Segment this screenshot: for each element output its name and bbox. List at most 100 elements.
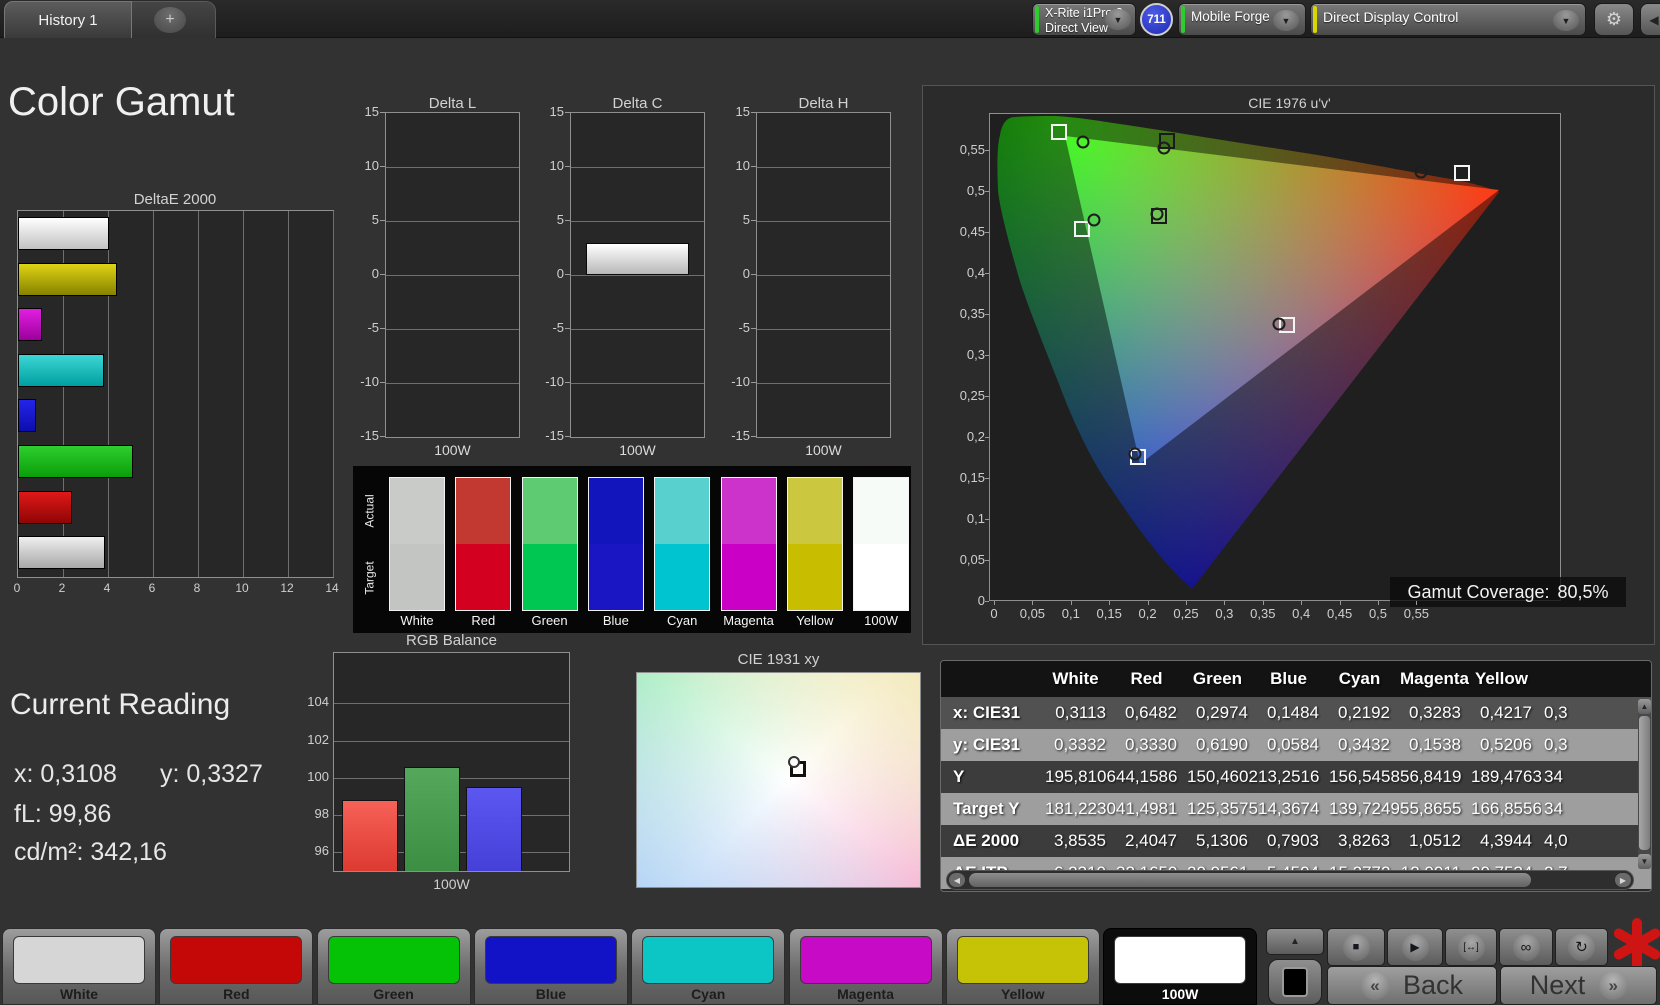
y-tick-label: -10 <box>545 374 564 389</box>
pattern-button-100w[interactable]: 100W <box>1103 928 1258 1005</box>
tab-history[interactable]: History 1 <box>4 1 132 38</box>
table-cell: 0,3330 <box>1125 735 1177 754</box>
pattern-button-blue[interactable]: Blue <box>473 928 628 1005</box>
pattern-window-button[interactable] <box>1268 959 1322 1005</box>
table-cell: 13,2516 <box>1258 767 1320 786</box>
gridline <box>153 211 154 577</box>
back-button[interactable]: « Back <box>1327 966 1497 1005</box>
actual-swatch <box>456 478 511 544</box>
y-tick-label: 5 <box>556 212 564 227</box>
table-cell: 4,3944 <box>1480 831 1532 850</box>
table-cell: 3,8263 <box>1338 831 1390 850</box>
gridline <box>334 703 569 705</box>
loop-button[interactable]: ∞ <box>1499 928 1553 966</box>
pattern-label: 100W <box>1161 986 1199 1002</box>
plus-icon[interactable]: + <box>154 7 186 33</box>
scrollbar-thumb[interactable] <box>969 873 1531 887</box>
target-swatch <box>456 544 511 610</box>
gridline <box>571 383 704 384</box>
pattern-swatch <box>1114 936 1247 984</box>
gridline <box>386 221 519 222</box>
cie1931-title: CIE 1931 xy <box>737 651 820 668</box>
meter-count-badge: 711 <box>1140 3 1173 36</box>
pattern-button-yellow[interactable]: Yellow <box>945 928 1100 1005</box>
y-tick-label: 0,25 <box>959 388 985 403</box>
pattern-swatch <box>327 936 460 984</box>
stop-icon: ■ <box>1342 933 1370 961</box>
add-tab-button[interactable]: + <box>132 1 216 38</box>
table-cell: 125,3575 <box>1187 799 1258 818</box>
chevron-down-icon[interactable]: ▼ <box>1105 9 1131 30</box>
bar-yellow <box>18 262 117 296</box>
deltae2000-chart <box>17 210 334 578</box>
pattern-button-white[interactable]: White <box>2 928 156 1005</box>
gridline <box>333 211 334 577</box>
y-tick-label: 100 <box>307 768 329 784</box>
target-swatch <box>721 544 776 610</box>
swatch-label: Green <box>531 613 568 628</box>
bar-white <box>18 536 105 570</box>
table-cell: 0,2192 <box>1338 703 1390 722</box>
collapse-panel-button[interactable]: ◀ <box>1640 3 1660 36</box>
y-tick-label: 0,3 <box>966 347 985 362</box>
error-asterisk-icon <box>1614 918 1660 970</box>
x-tick-label: 12 <box>280 581 294 595</box>
chevron-down-icon[interactable]: ▼ <box>1553 10 1579 31</box>
scroll-left-icon[interactable]: ◀ <box>949 873 965 887</box>
x-tick-label: 6 <box>148 581 156 595</box>
pattern-button-cyan[interactable]: Cyan <box>631 928 786 1005</box>
pattern-panel-expand-button[interactable]: ▲ <box>1266 928 1324 955</box>
y-tick-label: 5 <box>742 212 750 227</box>
tick-mark <box>1070 601 1072 605</box>
scroll-right-icon[interactable]: ▶ <box>1615 873 1631 887</box>
bar-100w <box>586 242 689 275</box>
tick-mark <box>565 274 570 275</box>
y-tick-label: 15 <box>735 104 750 119</box>
chevron-down-icon[interactable]: ▼ <box>1273 10 1299 31</box>
refresh-button[interactable]: ↻ <box>1555 928 1608 966</box>
next-button[interactable]: Next » <box>1500 966 1657 1005</box>
pattern-window-icon <box>1282 967 1308 997</box>
y-tick-label: 0,2 <box>966 429 985 444</box>
pattern-size-button[interactable]: [↔] <box>1445 928 1497 966</box>
pattern-button-red[interactable]: Red <box>159 928 314 1005</box>
tick-mark <box>985 437 989 438</box>
gridline <box>757 275 890 276</box>
x-tick-label: 0,2 <box>1138 606 1157 621</box>
pattern-button-green[interactable]: Green <box>316 928 471 1005</box>
y-tick-label: -15 <box>731 428 750 443</box>
actual-swatch <box>588 478 643 544</box>
pattern-label: Blue <box>535 986 567 1002</box>
bar-green <box>404 766 460 871</box>
control-status-strip <box>1313 6 1317 33</box>
play-button[interactable]: ▶ <box>1387 928 1443 966</box>
pattern-swatch <box>13 936 145 984</box>
pattern-label: Green <box>373 986 414 1002</box>
table-cell: 0,4217 <box>1480 703 1532 722</box>
reading-cdm2: cd/m²: 342,16 <box>14 838 167 866</box>
gridline <box>757 383 890 384</box>
back-icon: « <box>1360 971 1389 1000</box>
tick-mark <box>1301 601 1303 605</box>
scrollbar-thumb[interactable] <box>1639 716 1650 850</box>
delta_l-chart <box>385 112 520 438</box>
y-tick-label: 0,05 <box>959 552 985 567</box>
stop-button[interactable]: ■ <box>1327 928 1385 966</box>
table-horizontal-scrollbar[interactable]: ◀ ▶ <box>946 870 1634 890</box>
display-control-dropdown[interactable]: Direct Display Control ▼ <box>1310 3 1586 36</box>
gridline <box>757 221 890 222</box>
y-tick-label: 98 <box>314 806 329 822</box>
table-vertical-scrollbar[interactable]: ▲ ▼ <box>1638 699 1651 869</box>
tick-mark <box>380 274 385 275</box>
swatch-green <box>521 477 578 611</box>
gridline <box>571 221 704 222</box>
scroll-up-icon[interactable]: ▲ <box>1638 699 1651 714</box>
source-dropdown[interactable]: Mobile Forge ▼ <box>1178 3 1306 36</box>
row-label: ΔE 2000 <box>953 831 1020 850</box>
gridline <box>386 275 519 276</box>
settings-button[interactable]: ⚙ <box>1594 3 1634 36</box>
target-marker-red <box>1454 165 1470 181</box>
table-cell: 1,0512 <box>1409 831 1461 850</box>
pattern-button-magenta[interactable]: Magenta <box>788 928 943 1005</box>
scroll-down-icon[interactable]: ▼ <box>1638 854 1651 869</box>
